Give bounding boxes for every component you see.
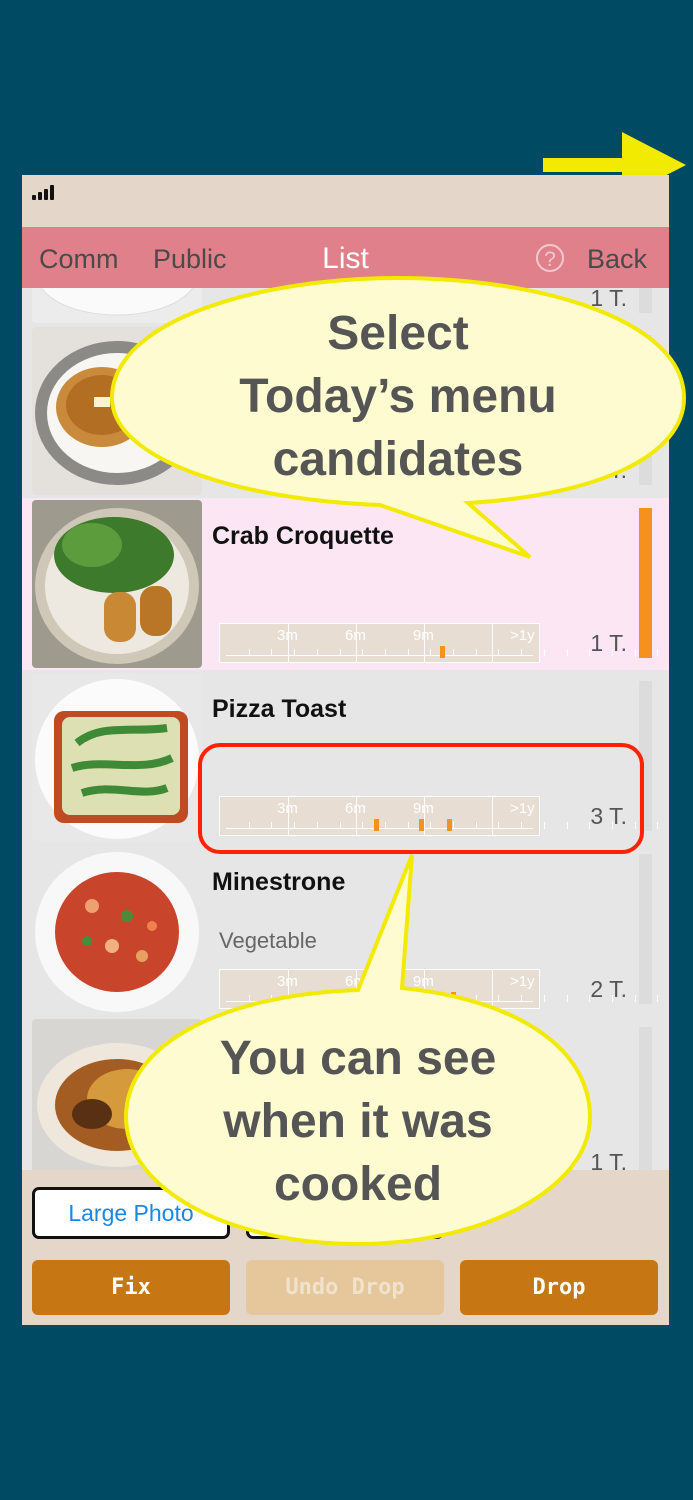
list-item[interactable]: Minestrone Vegetable 3m 6m 9m >1y 2 T. — [22, 844, 669, 1016]
fix-button[interactable]: Fix — [32, 1260, 230, 1315]
timeline-label: 9m — [413, 973, 434, 990]
dish-name: Pizza Toast — [212, 695, 347, 723]
timeline-highlight — [198, 743, 644, 854]
cook-count: 1 T. — [590, 1149, 627, 1170]
dish-photo — [32, 673, 202, 841]
timeline-label: >1y — [510, 973, 535, 990]
cook-timeline: 3m 6m 9m >1y — [219, 969, 659, 1009]
signal-icon — [32, 184, 60, 200]
nav-bar: List Comm Public ? Back — [22, 227, 669, 288]
callout-top-text: Select Today’s menu candidates — [239, 307, 557, 486]
frequency-bar — [639, 854, 652, 1004]
drop-button[interactable]: Drop — [460, 1260, 658, 1315]
timeline-label: 3m — [277, 627, 298, 644]
timeline-label: >1y — [510, 627, 535, 644]
dish-photo — [32, 846, 202, 1014]
cook-timeline: 3m 6m 9m >1y — [219, 623, 659, 663]
timeline-label: 6m — [345, 973, 366, 990]
back-button[interactable]: Back — [587, 227, 647, 288]
cooked-mark — [451, 992, 457, 1004]
cook-count: 1 T. — [590, 630, 627, 656]
list-item[interactable]: Crab Croquette 3m 6m 9m >1y 1 T. — [22, 498, 669, 670]
undo-drop-button[interactable]: Undo Drop — [246, 1260, 444, 1315]
dish-name: Minestrone — [212, 868, 346, 896]
help-icon[interactable]: ? — [536, 244, 564, 272]
timeline-label: 9m — [413, 627, 434, 644]
dish-name: Crab Croquette — [212, 522, 394, 550]
dish-photo — [32, 500, 202, 668]
cook-count: 2 T. — [590, 976, 627, 1002]
frequency-bar — [639, 1027, 652, 1170]
frequency-bar — [639, 508, 652, 658]
cooked-mark — [439, 646, 445, 658]
callout-bottom-text: You can see when it was cooked — [219, 1032, 497, 1211]
timeline-label: 6m — [345, 627, 366, 644]
public-button[interactable]: Public — [153, 227, 227, 288]
comm-button[interactable]: Comm — [39, 227, 119, 288]
dish-category: Vegetable — [219, 928, 317, 953]
status-bar — [22, 175, 669, 227]
timeline-label: 3m — [277, 973, 298, 990]
page-title: List — [322, 242, 369, 275]
